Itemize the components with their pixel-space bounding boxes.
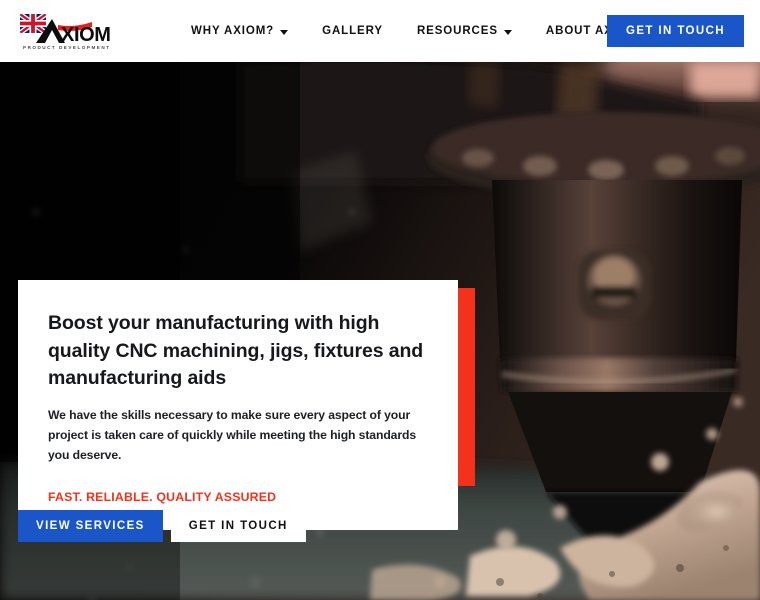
hero-body-text: We have the skills necessary to make sur… — [48, 408, 417, 462]
chevron-down-icon — [280, 29, 289, 35]
union-jack-icon — [20, 14, 46, 33]
chevron-down-icon — [503, 29, 512, 35]
svg-text:PRODUCT DEVELOPMENT: PRODUCT DEVELOPMENT — [23, 45, 110, 50]
hero-card-wrapper: Boost your manufacturing with high quali… — [18, 280, 475, 531]
nav-item-why-axiom[interactable]: WHY AXIOM? — [174, 25, 305, 37]
view-services-button[interactable]: VIEW SERVICES — [18, 510, 163, 542]
hero-heading: Boost your manufacturing with high quali… — [48, 312, 424, 390]
header-get-in-touch-button[interactable]: GET IN TOUCH — [606, 15, 744, 47]
site-header: XIOM PRODUCT DEVELOPMENT WHY AXIOM? GALL… — [0, 0, 760, 62]
hero-card: Boost your manufacturing with high quali… — [18, 280, 458, 531]
main-navigation: WHY AXIOM? GALLERY RESOURCES ABOUT AXIOM — [174, 25, 654, 37]
page-root: XIOM PRODUCT DEVELOPMENT WHY AXIOM? GALL… — [0, 0, 760, 600]
nav-label-why-axiom: WHY AXIOM? — [191, 25, 275, 37]
nav-label-resources: RESOURCES — [416, 25, 498, 37]
axiom-logo-graphic: XIOM PRODUCT DEVELOPMENT — [20, 14, 111, 50]
nav-label-gallery: GALLERY — [322, 25, 383, 37]
hero-action-buttons: VIEW SERVICES GET IN TOUCH — [18, 510, 306, 542]
nav-item-resources[interactable]: RESOURCES — [400, 25, 529, 37]
hero-get-in-touch-button[interactable]: GET IN TOUCH — [170, 510, 306, 542]
hero-tagline: FAST. RELIABLE. QUALITY ASSURED — [48, 490, 277, 505]
nav-item-gallery[interactable]: GALLERY — [305, 25, 400, 37]
axiom-logo[interactable]: XIOM PRODUCT DEVELOPMENT — [18, 10, 120, 52]
svg-text:XIOM: XIOM — [61, 24, 111, 46]
